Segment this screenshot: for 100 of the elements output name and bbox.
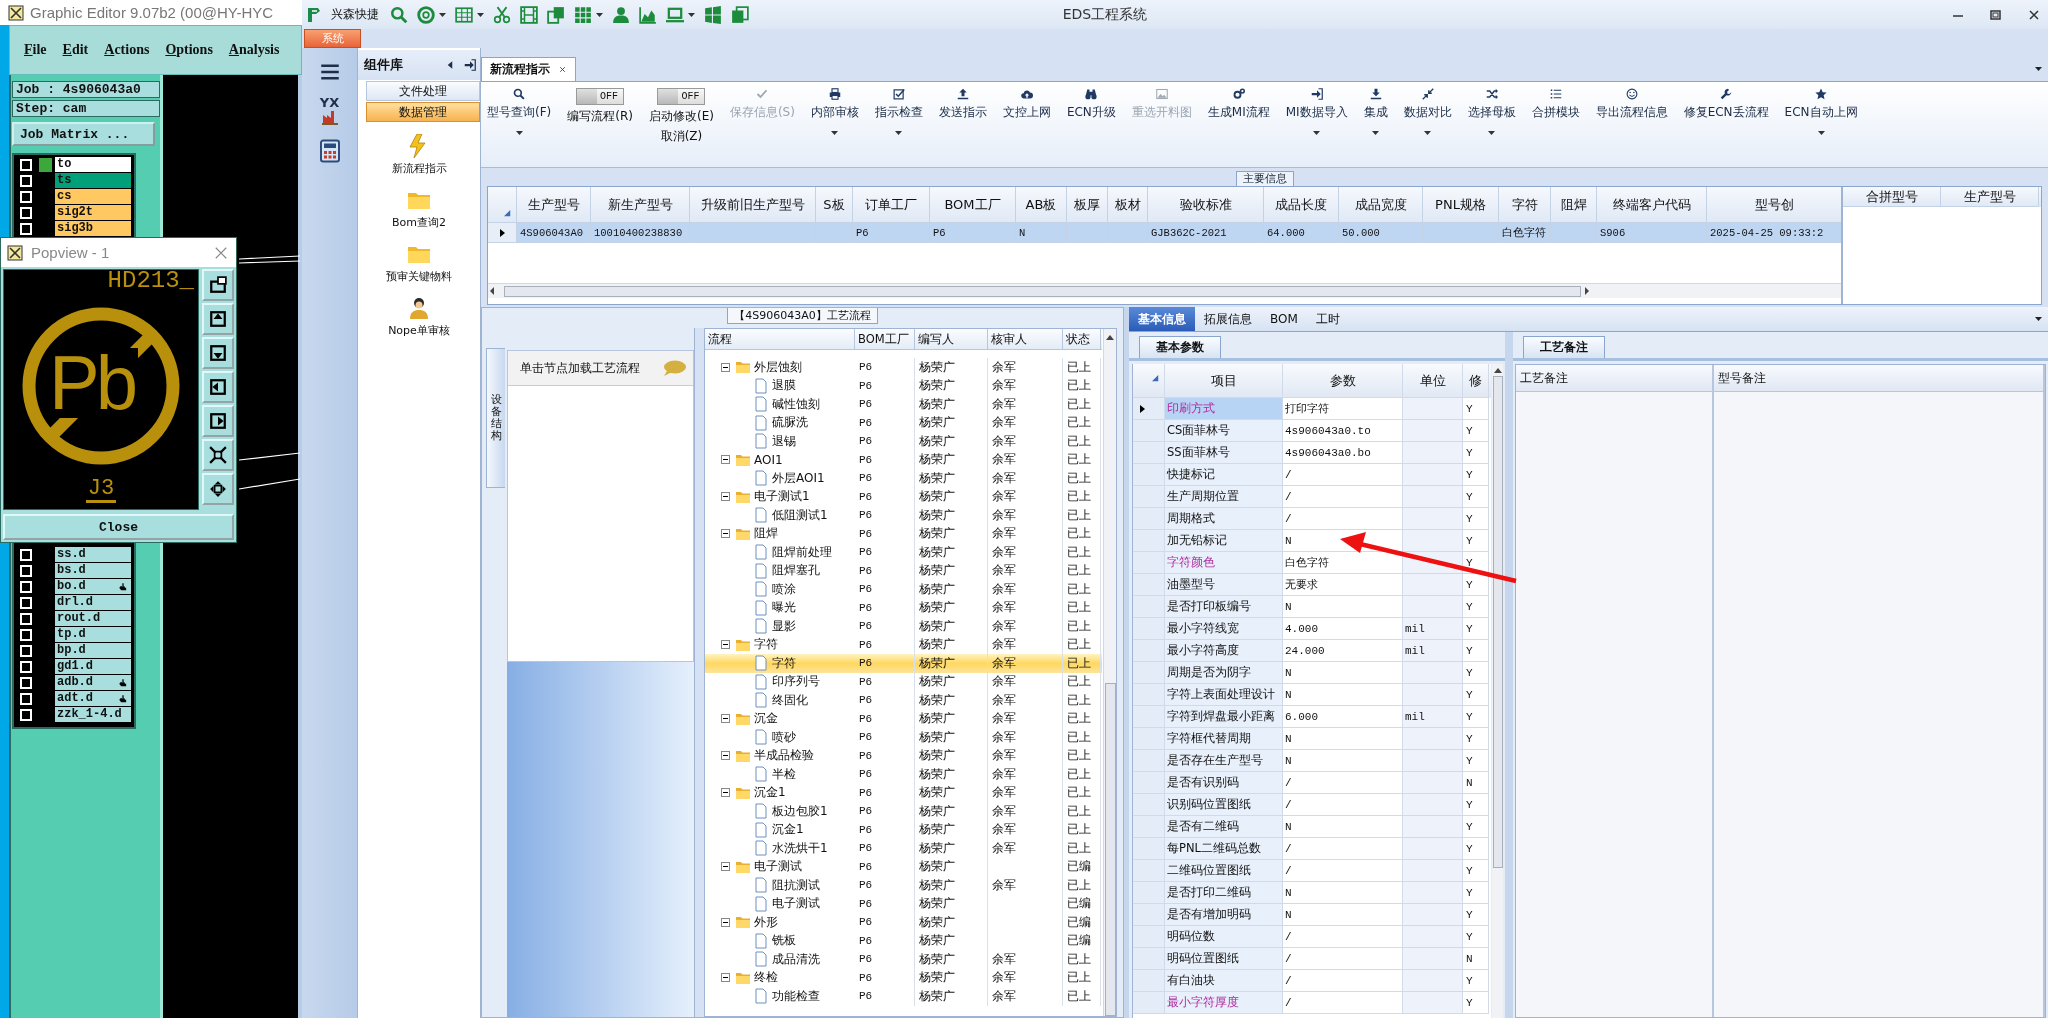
checkbox[interactable] — [20, 206, 32, 219]
tree-row[interactable]: 外层蚀刻 P6 杨荣广 余军 已上 — [705, 358, 1102, 377]
column-header[interactable]: 生产型号 — [1941, 187, 2039, 207]
tree-row[interactable]: 电子测试 P6 杨荣广 已编 — [705, 857, 1102, 876]
column-header[interactable]: 修 — [1463, 364, 1489, 398]
layer-name[interactable]: ss.d — [55, 547, 131, 562]
tree-row[interactable]: 阻焊塞孔 P6 杨荣广 余军 已上 — [705, 561, 1102, 580]
section-header[interactable]: 文件处理 — [366, 81, 480, 101]
tab[interactable]: BOM — [1261, 307, 1307, 331]
checkbox[interactable] — [20, 612, 32, 625]
search-icon[interactable] — [390, 5, 408, 24]
layer-name[interactable]: gd1.d — [55, 659, 131, 674]
tab[interactable]: 基本信息 — [1129, 307, 1195, 331]
side-tab[interactable]: 设备结构 — [486, 348, 505, 488]
view-button[interactable] — [202, 371, 234, 403]
toolbar-button[interactable]: 文控上网 — [1002, 88, 1051, 121]
checkbox[interactable] — [20, 676, 32, 689]
person-icon[interactable] — [612, 5, 630, 24]
layer-name[interactable]: bp.d — [55, 643, 131, 658]
document-tab[interactable]: 新流程指示 — [481, 57, 576, 81]
toolbar-button[interactable]: 修复ECN丢流程 — [1683, 88, 1769, 121]
checkbox[interactable] — [20, 692, 32, 705]
column-header[interactable]: 编写人 — [915, 329, 988, 349]
collapse-icon[interactable] — [721, 917, 730, 927]
view-button[interactable] — [202, 269, 234, 301]
tree-row[interactable]: 沉金 P6 杨荣广 余军 已上 — [705, 709, 1102, 728]
layer-name[interactable]: bs.d — [55, 563, 131, 578]
view-button[interactable] — [202, 473, 234, 505]
checkbox[interactable] — [20, 596, 32, 609]
checkbox[interactable] — [20, 708, 32, 721]
toolbar-button[interactable]: 集成 — [1363, 88, 1388, 135]
menu-item[interactable]: Analysis — [228, 42, 280, 58]
tab[interactable]: 工艺备注 — [1523, 336, 1605, 358]
copy-icon[interactable] — [547, 5, 565, 24]
layer-name[interactable]: cs — [55, 189, 131, 204]
checkbox[interactable] — [20, 222, 32, 235]
checkbox[interactable] — [20, 548, 32, 561]
scrollbar[interactable] — [1492, 364, 1503, 1018]
checkbox[interactable] — [20, 158, 32, 171]
layer-name[interactable]: sig2t — [55, 205, 131, 220]
table-icon[interactable] — [455, 5, 473, 24]
tree-row[interactable]: 喷涂 P6 杨荣广 余军 已上 — [705, 580, 1102, 599]
tree-row[interactable]: 印序列号 P6 杨荣广 余军 已上 — [705, 672, 1102, 691]
calculator-icon[interactable] — [317, 139, 342, 163]
layer-name[interactable]: drl.d — [55, 595, 131, 610]
scrollbar[interactable] — [488, 283, 1841, 298]
column-header[interactable]: 流程 — [705, 329, 855, 349]
layer-name[interactable]: bo.d — [55, 579, 131, 594]
tool-button[interactable]: Bom查询2 — [358, 188, 480, 230]
scroll-up-icon[interactable] — [1492, 366, 1503, 374]
view-button[interactable] — [202, 405, 234, 437]
scroll-up-icon[interactable] — [1105, 333, 1115, 341]
checkbox[interactable] — [20, 660, 32, 673]
row-header[interactable] — [1133, 398, 1165, 420]
checkbox[interactable] — [20, 628, 32, 641]
toolbar-button[interactable]: 数据对比 — [1403, 88, 1452, 135]
tree-row[interactable]: 阻抗测试 P6 杨荣广 余军 已上 — [705, 876, 1102, 895]
tree-row[interactable]: 字符 P6 杨荣广 余军 已上 — [705, 654, 1102, 673]
tool-button[interactable]: Nope单审核 — [358, 296, 480, 338]
tree-row[interactable]: 硫脲洗 P6 杨荣广 余军 已上 — [705, 413, 1102, 432]
tree-row[interactable]: 外形 P6 杨荣广 已编 — [705, 913, 1102, 932]
row-header[interactable] — [488, 223, 517, 243]
table-row[interactable]: 4S906043A0 10010400238830 P6 P6 N GJB362C-2021 64.000 50.000 白色字符 S906 2025-04-25 09:33:2 — [488, 223, 1841, 243]
tree-row[interactable]: 成品清洗 P6 杨荣广 余军 已上 — [705, 950, 1102, 969]
tree-row[interactable]: 外层AOI1 P6 杨荣广 余军 已上 — [705, 469, 1102, 488]
column-header[interactable]: 工艺备注 — [1516, 365, 1712, 392]
tree-row[interactable]: 板边包胶1 P6 杨荣广 余军 已上 — [705, 802, 1102, 821]
toolbar-button[interactable]: ECN升级 — [1066, 88, 1116, 121]
tab[interactable]: 拓展信息 — [1195, 307, 1261, 331]
tree-row[interactable]: 阻焊前处理 P6 杨荣广 余军 已上 — [705, 543, 1102, 562]
tree-row[interactable]: AOI1 P6 杨荣广 余军 已上 — [705, 450, 1102, 469]
windows-icon[interactable] — [704, 5, 722, 24]
scroll-left-icon[interactable] — [488, 286, 496, 296]
tree-row[interactable]: 终固化 P6 杨荣广 余军 已上 — [705, 691, 1102, 710]
area-chart-icon[interactable] — [639, 5, 657, 24]
toolbar-button[interactable]: 导出流程信息 — [1595, 88, 1668, 121]
collapse-icon[interactable] — [721, 973, 730, 983]
tree-row[interactable]: 电子测试 P6 杨荣广 已编 — [705, 894, 1102, 913]
scrollbar[interactable] — [1103, 329, 1116, 1016]
toolbar-button[interactable]: 发送指示 — [938, 88, 987, 121]
film-icon[interactable] — [520, 5, 538, 24]
toolbar-button[interactable]: 型号查询(F) — [487, 88, 552, 135]
tree-row[interactable]: 终检 P6 杨荣广 余军 已上 — [705, 968, 1102, 987]
tree-row[interactable]: 沉金1 P6 杨荣广 余军 已上 — [705, 783, 1102, 802]
tree-row[interactable]: 曝光 P6 杨荣广 余军 已上 — [705, 598, 1102, 617]
checkbox[interactable] — [20, 174, 32, 187]
close-button[interactable]: Close — [3, 514, 234, 540]
toolbar-button[interactable]: ECN自动上网 — [1784, 88, 1858, 135]
layer-name[interactable]: zzk_1-4.d — [55, 707, 131, 722]
collapse-icon[interactable] — [721, 529, 730, 539]
view-button[interactable] — [202, 439, 234, 471]
tree-row[interactable]: 退锡 P6 杨荣广 余军 已上 — [705, 432, 1102, 451]
tree-row[interactable]: 显影 P6 杨荣广 余军 已上 — [705, 617, 1102, 636]
layer-name[interactable]: sig3b — [55, 221, 131, 236]
grid-icon[interactable] — [574, 5, 592, 24]
layer-name[interactable]: adb.d — [55, 675, 131, 690]
checkbox[interactable] — [20, 580, 32, 593]
tree-row[interactable]: 低阻测试1 P6 杨荣广 余军 已上 — [705, 506, 1102, 525]
tree-row[interactable]: 沉金1 P6 杨荣广 余军 已上 — [705, 820, 1102, 839]
toolbar-button[interactable]: 生成MI流程 — [1207, 88, 1270, 121]
